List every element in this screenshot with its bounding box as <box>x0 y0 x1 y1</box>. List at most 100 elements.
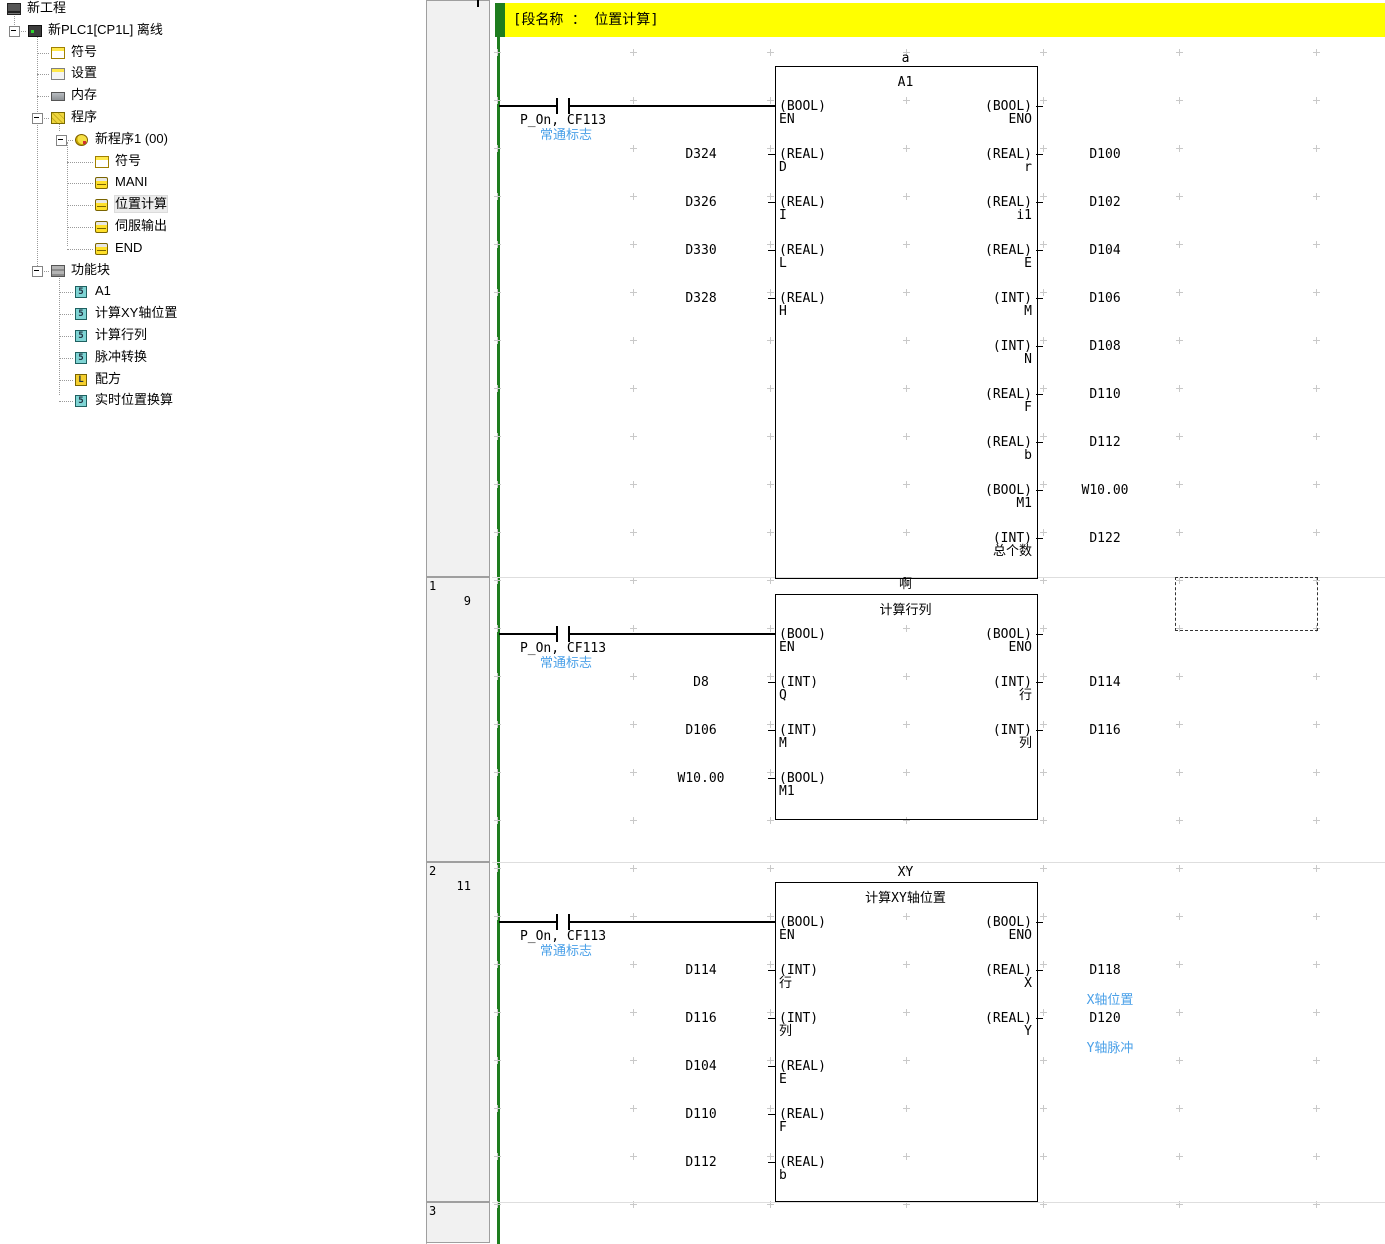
operand-label[interactable]: D100 <box>1089 148 1120 161</box>
grid-mark <box>767 961 774 968</box>
plc-icon <box>28 25 42 37</box>
tree-expand-toggle[interactable] <box>32 266 43 277</box>
tree-item-label[interactable]: 位置计算 <box>115 196 167 212</box>
operand-label[interactable]: D110 <box>685 1108 716 1121</box>
contact[interactable] <box>556 626 558 642</box>
tree-item-label[interactable]: 实时位置换算 <box>95 392 173 408</box>
grid-mark <box>494 97 501 104</box>
tree-expand-toggle[interactable] <box>9 26 20 37</box>
grid-mark <box>1176 865 1183 872</box>
tree-item-label[interactable]: 计算XY轴位置 <box>95 305 177 321</box>
operand-label[interactable]: D324 <box>685 148 716 161</box>
tree-item-label[interactable]: 程序 <box>71 109 97 125</box>
selection-cursor[interactable] <box>1175 577 1318 631</box>
contact[interactable] <box>568 626 570 642</box>
grid-mark <box>767 145 774 152</box>
tree-item-label[interactable]: 新工程 <box>27 0 66 16</box>
tree-item-label[interactable]: 符号 <box>115 153 141 169</box>
tree-item-label[interactable]: 功能块 <box>71 262 110 278</box>
rung-margin-cell[interactable] <box>426 862 490 1202</box>
contact[interactable] <box>556 98 558 114</box>
operand-label[interactable]: D110 <box>1089 388 1120 401</box>
operand-label[interactable]: D330 <box>685 244 716 257</box>
tree-item-label[interactable]: 脉冲转换 <box>95 349 147 365</box>
operand-label[interactable]: D120 <box>1089 1012 1120 1025</box>
operand-label[interactable]: D328 <box>685 292 716 305</box>
grid-mark <box>1313 337 1320 344</box>
section-banner[interactable]: [段名称 ： 位置计算] <box>505 3 1385 37</box>
grid-mark <box>630 913 637 920</box>
operand-label[interactable]: D104 <box>685 1060 716 1073</box>
fb-pin-input: (INT) 行 <box>779 964 818 990</box>
operand-label[interactable]: D106 <box>685 724 716 737</box>
tree-item-label[interactable]: 设置 <box>71 65 97 81</box>
operand-label[interactable]: D112 <box>685 1156 716 1169</box>
pin-tick <box>1036 346 1043 347</box>
tree-item-label[interactable]: 新程序1 (00) <box>95 131 168 147</box>
tree-item-label[interactable]: END <box>115 240 142 256</box>
contact[interactable] <box>556 914 558 930</box>
contact[interactable] <box>568 98 570 114</box>
grid-mark <box>903 193 910 200</box>
fb-yellow-icon: L <box>75 374 87 386</box>
tree-item-label[interactable]: 符号 <box>71 44 97 60</box>
grid-mark <box>767 625 774 632</box>
operand-label[interactable]: D122 <box>1089 532 1120 545</box>
fb-pin-input: (REAL) F <box>779 1108 826 1134</box>
operand-label[interactable]: D118 <box>1089 964 1120 977</box>
tree-connector <box>67 183 93 185</box>
fb-box[interactable] <box>775 594 1038 820</box>
tree-item-label[interactable]: 新PLC1[CP1L] 离线 <box>48 22 163 38</box>
operand-label[interactable]: D106 <box>1089 292 1120 305</box>
left-power-rail <box>497 37 500 1244</box>
operand-label[interactable]: D102 <box>1089 196 1120 209</box>
tree-expand-toggle[interactable] <box>32 113 43 124</box>
operand-label[interactable]: D116 <box>1089 724 1120 737</box>
operand-label[interactable]: D112 <box>1089 436 1120 449</box>
rung-wire <box>499 921 556 923</box>
grid-mark <box>767 721 774 728</box>
grid-mark <box>1176 625 1183 632</box>
tree-expand-toggle[interactable] <box>56 135 67 146</box>
operand-label[interactable]: W10.00 <box>678 772 725 785</box>
operand-label[interactable]: D114 <box>685 964 716 977</box>
tree-item-label[interactable]: 内存 <box>71 87 97 103</box>
grid-mark <box>903 145 910 152</box>
fb-box[interactable] <box>775 66 1038 579</box>
rung-margin-cell[interactable] <box>426 0 490 577</box>
pin-tick <box>768 202 775 203</box>
grid-mark <box>1176 337 1183 344</box>
grid-mark <box>1176 193 1183 200</box>
tree-item-label[interactable]: A1 <box>95 283 111 299</box>
tree-item-label[interactable]: 配方 <box>95 371 121 387</box>
tree-connector <box>67 227 93 229</box>
operand-label[interactable]: W10.00 <box>1082 484 1129 497</box>
grid-mark <box>1176 817 1183 824</box>
operand-label[interactable]: D326 <box>685 196 716 209</box>
fb-box[interactable] <box>775 882 1038 1202</box>
grid-mark <box>630 673 637 680</box>
grid-mark <box>903 865 910 872</box>
fb-title: A1 <box>898 76 914 89</box>
fb-pin-output: (REAL) b <box>775 436 1032 462</box>
grid-mark <box>1313 1201 1320 1208</box>
fb-instance-name: a <box>902 52 910 65</box>
tree-item-label[interactable]: 伺服输出 <box>115 218 167 234</box>
fb-pin-output: (BOOL) ENO <box>775 628 1032 654</box>
grid-mark <box>903 433 910 440</box>
operand-label[interactable]: D104 <box>1089 244 1120 257</box>
tree-item-label[interactable]: 计算行列 <box>95 327 147 343</box>
tree-connector <box>59 380 73 382</box>
fb-pin-output: (REAL) i1 <box>775 196 1032 222</box>
grid-mark <box>903 913 910 920</box>
grid-mark <box>1040 481 1047 488</box>
rung-margin-cell[interactable] <box>426 577 490 862</box>
operand-label[interactable]: D114 <box>1089 676 1120 689</box>
operand-label[interactable]: D108 <box>1089 340 1120 353</box>
operand-label[interactable]: D8 <box>693 676 709 689</box>
fb-pin-output: (REAL) r <box>775 148 1032 174</box>
tree-item-label[interactable]: MANI <box>115 174 148 190</box>
grid-mark <box>630 49 637 56</box>
operand-label[interactable]: D116 <box>685 1012 716 1025</box>
contact[interactable] <box>568 914 570 930</box>
